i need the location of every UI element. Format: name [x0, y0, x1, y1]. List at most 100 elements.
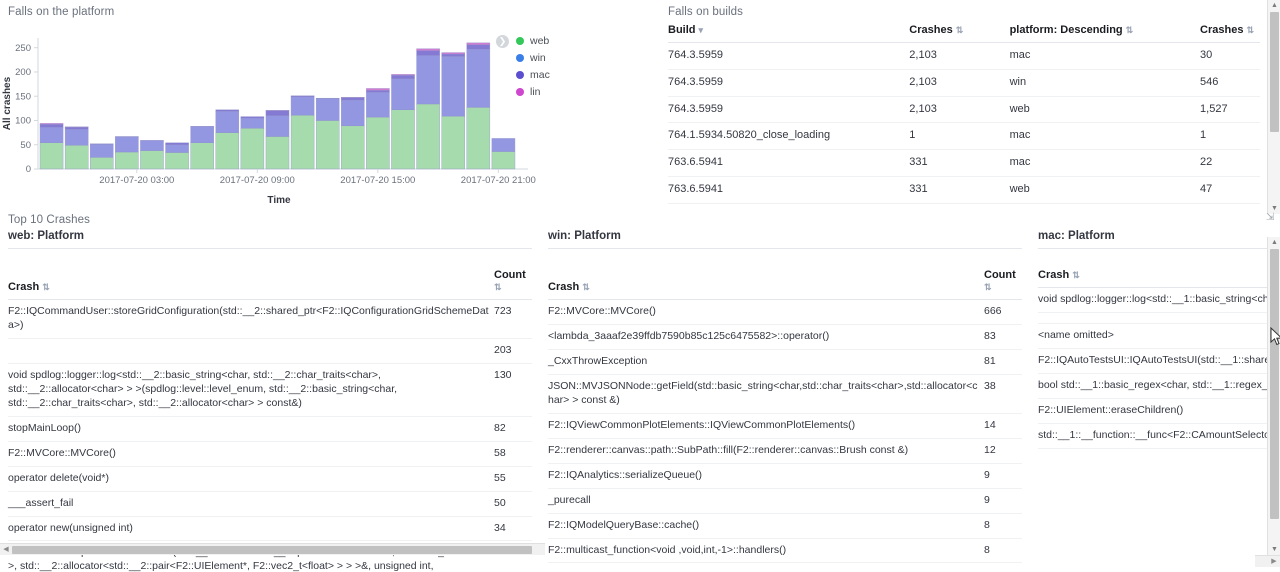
bar-segment-web[interactable]	[391, 109, 415, 170]
bar-segment-lin[interactable]	[366, 88, 390, 91]
legend-item-web[interactable]: web	[516, 35, 550, 47]
bar-segment-web[interactable]	[466, 107, 491, 170]
bar-segment-web[interactable]	[240, 128, 265, 170]
table-row[interactable]: <name omitted>	[1038, 323, 1280, 349]
builds-vertical-scrollbar[interactable]: ▲ ▼	[1267, 0, 1280, 214]
bar-segment-web[interactable]	[165, 152, 189, 170]
mac-horizontal-scrollbar[interactable]: ▶	[1255, 555, 1280, 567]
triangle-up-icon[interactable]: ▲	[1268, 0, 1280, 11]
bar-segment-mac[interactable]	[441, 53, 465, 57]
bar-segment-web[interactable]	[90, 157, 114, 170]
bar-segment-mac[interactable]	[165, 142, 189, 145]
bar-segment-mac[interactable]	[366, 90, 390, 93]
sort-both-icon[interactable]: ⇅	[953, 25, 964, 35]
legend-item-win[interactable]: win	[516, 52, 550, 64]
table-row[interactable]: _CxxThrowException 81	[548, 349, 1022, 375]
stacked-bar-chart[interactable]: 0 50 100 150 200 250 All crashes 2017-07-20 03:…	[0, 32, 540, 207]
bar-segment-web[interactable]	[366, 116, 390, 170]
bar-segment-web[interactable]	[341, 125, 365, 170]
bar-segment-lin[interactable]	[391, 74, 415, 76]
bar-segment-web[interactable]	[290, 114, 315, 170]
sort-desc-icon[interactable]: ▾	[696, 25, 704, 35]
table-row[interactable]: F2::renderer::canvas::path::SubPath::fil…	[548, 438, 1022, 464]
builds-table-scroll-region[interactable]: Build ▾ Crashes ⇅ platform: Descending ⇅ Cr…	[660, 18, 1260, 208]
builds-col-platform[interactable]: platform: Descending ⇅	[1009, 18, 1201, 43]
triangle-down-icon[interactable]: ▼	[1268, 544, 1280, 555]
bar-segment-win[interactable]	[391, 78, 415, 111]
table-row[interactable]	[1038, 312, 1280, 324]
builds-scrollbar-thumb[interactable]	[1270, 12, 1279, 132]
bar-segment-web[interactable]	[441, 115, 465, 170]
sort-both-icon[interactable]: ⇅	[984, 282, 992, 292]
builds-col-crashes[interactable]: Crashes ⇅	[909, 18, 1010, 43]
table-row[interactable]: 764.3.5959 2,103 win 546	[668, 69, 1260, 97]
legend-item-lin[interactable]: lin	[516, 86, 550, 98]
bar-segment-win[interactable]	[341, 99, 365, 127]
bar-segment-mac[interactable]	[240, 116, 265, 119]
triangle-left-icon[interactable]: ◀	[0, 544, 12, 556]
bar-segment-win[interactable]	[265, 115, 290, 137]
bar-segment-win[interactable]	[416, 55, 440, 105]
triangle-up-icon[interactable]: ▲	[1268, 237, 1280, 248]
bar-segment-web[interactable]	[39, 142, 64, 170]
bar-segment-web[interactable]	[265, 136, 290, 170]
bar-segment-win[interactable]	[39, 127, 64, 143]
table-row[interactable]: bool std::__1::basic_regex<char, std::__…	[1038, 373, 1280, 399]
bar-segment-web[interactable]	[140, 150, 164, 170]
sort-both-icon[interactable]: ⇅	[1069, 270, 1080, 280]
table-row[interactable]: 764.3.5959 2,103 mac 30	[668, 42, 1260, 70]
bar-segment-mac[interactable]	[416, 50, 440, 56]
builds-col-build[interactable]: Build ▾	[668, 18, 910, 43]
table-row[interactable]: 764.3.5959 2,103 web 1,527	[668, 96, 1260, 124]
table-row[interactable]: operator delete(void*) 55	[8, 466, 532, 492]
mac-vertical-scrollbar[interactable]: ▲ ▼	[1267, 237, 1280, 555]
table-row[interactable]: std::__1::__function::__func<F2::CAmount…	[1038, 423, 1280, 449]
table-row[interactable]: F2::MVCore::MVCore() 666	[548, 299, 1022, 325]
top10-win-col-crash[interactable]: Crash ⇅	[548, 265, 984, 300]
table-row[interactable]: F2::IQModelQueryBase::cache() 8	[548, 513, 1022, 539]
triangle-right-icon[interactable]: ▶	[1268, 556, 1280, 568]
chevron-right-icon[interactable]: ❯	[496, 35, 509, 48]
bar-segment-lin[interactable]	[441, 52, 465, 55]
builds-col-platform-crashes[interactable]: Crashes ⇅	[1200, 18, 1260, 43]
sort-both-icon[interactable]: ⇅	[579, 282, 590, 292]
top10-mac-col-crash[interactable]: Crash ⇅	[1038, 265, 1280, 288]
bar-segment-win[interactable]	[366, 92, 390, 118]
bar-segment-web[interactable]	[190, 142, 214, 170]
bar-segment-mac[interactable]	[341, 97, 365, 101]
bar-segment-mac[interactable]	[265, 110, 290, 116]
table-row[interactable]: F2::IQAutoTestsUI::IQAutoTestsUI(std::__…	[1038, 348, 1280, 374]
table-row[interactable]: void spdlog::logger::log<std::__1::basic…	[1038, 287, 1280, 313]
table-row[interactable]: stopMainLoop() 82	[8, 416, 532, 442]
bar-segment-win[interactable]	[90, 144, 114, 158]
bar-segment-win[interactable]	[315, 98, 340, 121]
sort-both-icon[interactable]: ⇅	[39, 282, 50, 292]
table-row[interactable]: JSON::MVJSONNode::getField(std::basic_st…	[548, 374, 1022, 414]
top10-web-col-count[interactable]: Count ⇅	[494, 265, 532, 300]
table-row[interactable]: F2::IQViewCommonPlotElements::IQViewComm…	[548, 413, 1022, 439]
table-row[interactable]: ___assert_fail 50	[8, 491, 532, 517]
table-row[interactable]: F2::MVCore::MVCore() 58	[8, 441, 532, 467]
web-hscrollbar-thumb[interactable]	[12, 546, 532, 554]
bar-segment-mac[interactable]	[466, 44, 491, 50]
bar-segment-web[interactable]	[215, 132, 240, 170]
table-row[interactable]: F2::IQCommandUser::storeGridConfiguratio…	[8, 299, 532, 339]
table-row[interactable]: <lambda_3aaaf2e39ffdb7590b85c125c6475582…	[548, 324, 1022, 350]
bar-segment-win[interactable]	[165, 144, 189, 153]
bar-segment-web[interactable]	[491, 151, 516, 170]
bar-segment-win[interactable]	[466, 48, 491, 108]
bar-segment-web[interactable]	[115, 151, 139, 170]
table-row[interactable]: 763.6.5941 331 mac 22	[668, 149, 1260, 177]
bar-segment-mac[interactable]	[64, 127, 89, 130]
bar-segment-web[interactable]	[416, 103, 440, 170]
bar-segment-web[interactable]	[315, 120, 340, 170]
mac-scrollbar-thumb[interactable]	[1270, 249, 1279, 519]
bar-segment-win[interactable]	[115, 136, 139, 153]
bar-segment-win[interactable]	[140, 140, 164, 151]
top10-web-col-crash[interactable]: Crash ⇅	[8, 265, 494, 300]
table-row[interactable]: void spdlog::logger::log<std::__2::basic…	[8, 363, 532, 417]
legend-item-mac[interactable]: mac	[516, 69, 550, 81]
bar-segment-win[interactable]	[215, 111, 240, 133]
table-row[interactable]: operator new(unsigned int) 34	[8, 516, 532, 542]
table-row[interactable]: 764.1.5934.50820_close_loading 1 mac 1	[668, 122, 1260, 150]
